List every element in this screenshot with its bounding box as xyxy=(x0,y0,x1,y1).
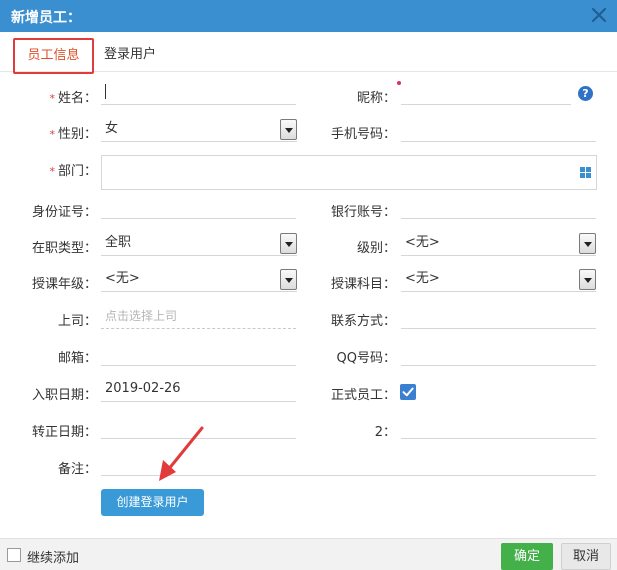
remark-label: 备注： xyxy=(57,462,97,477)
create-login-user-button[interactable]: 创建登录用户 xyxy=(101,489,204,516)
email-label: 邮箱： xyxy=(57,351,97,366)
join-date-input[interactable]: 2019-02-26 xyxy=(101,378,296,402)
chevron-down-icon[interactable] xyxy=(280,269,297,290)
supervisor-picker[interactable]: 点击选择上司 xyxy=(101,305,296,329)
teach-grade-value: <无> xyxy=(105,271,140,286)
required-mark: * xyxy=(49,92,55,105)
continue-add-checkbox[interactable] xyxy=(7,548,21,562)
teach-subject-select[interactable]: <无> xyxy=(401,268,596,292)
contact-input[interactable] xyxy=(401,305,596,329)
job-type-select[interactable]: 全职 xyxy=(101,232,297,256)
teach-grade-select[interactable]: <无> xyxy=(101,268,297,292)
contact-label: 联系方式： xyxy=(330,314,396,329)
teach-grade-label: 授课年级： xyxy=(31,277,97,292)
supervisor-label: 上司： xyxy=(57,314,97,329)
formal-employee-checkbox[interactable] xyxy=(400,384,416,400)
teach-subject-value: <无> xyxy=(405,271,440,286)
teach-subject-label: 授课科目： xyxy=(330,277,396,292)
name-label: * 姓名： xyxy=(49,91,97,106)
bank-account-input[interactable] xyxy=(401,195,596,219)
id-number-input[interactable] xyxy=(101,195,296,219)
phone-input[interactable] xyxy=(401,118,596,142)
close-icon[interactable] xyxy=(589,5,609,25)
phone-label: 手机号码： xyxy=(330,127,396,142)
qq-input[interactable] xyxy=(401,342,596,366)
name-input[interactable] xyxy=(101,81,296,105)
confirm-button[interactable]: 确定 xyxy=(501,543,553,570)
join-date-label: 入职日期： xyxy=(31,388,97,403)
level-select[interactable]: <无> xyxy=(401,232,596,256)
tab-bar: 员工信息 登录用户 xyxy=(0,32,617,74)
tab-employee-info[interactable]: 员工信息 xyxy=(13,38,94,74)
continue-add-label[interactable]: 继续添加 xyxy=(27,547,79,566)
level-label: 级别： xyxy=(356,241,396,256)
qq-label: QQ号码： xyxy=(336,351,396,366)
job-type-value: 全职 xyxy=(105,235,132,250)
dept-label: * 部门： xyxy=(49,164,97,179)
chevron-down-icon[interactable] xyxy=(579,269,596,290)
grid-icon[interactable] xyxy=(580,167,591,178)
chevron-down-icon[interactable] xyxy=(579,233,596,254)
annotation-arrow-icon xyxy=(159,426,204,481)
level-value: <无> xyxy=(405,235,440,250)
cancel-button[interactable]: 取消 xyxy=(561,543,611,570)
help-icon[interactable]: ? xyxy=(578,86,593,101)
tab-login-user[interactable]: 登录用户 xyxy=(100,40,160,72)
required-mark: * xyxy=(49,165,55,178)
supervisor-placeholder: 点击选择上司 xyxy=(105,309,178,323)
field-2-input[interactable] xyxy=(401,415,596,439)
nickname-input[interactable] xyxy=(401,81,571,105)
field-2-label: 2： xyxy=(374,425,396,440)
bank-account-label: 银行账号： xyxy=(330,205,396,220)
text-caret xyxy=(105,84,106,99)
chevron-down-icon[interactable] xyxy=(280,119,297,140)
nickname-label: 昵称： xyxy=(356,91,396,106)
dept-input[interactable] xyxy=(101,155,597,190)
dialog-footer: 继续添加 确定 取消 xyxy=(0,538,617,570)
gender-select[interactable]: 女 xyxy=(101,118,297,142)
id-number-label: 身份证号： xyxy=(31,205,97,220)
chevron-down-icon[interactable] xyxy=(280,233,297,254)
gender-value: 女 xyxy=(105,121,119,136)
gender-label: * 性别： xyxy=(49,127,97,142)
dialog-titlebar: 新增员工： xyxy=(0,0,617,32)
check-icon xyxy=(402,387,414,397)
dialog-title: 新增员工： xyxy=(11,10,81,26)
email-input[interactable] xyxy=(101,342,296,366)
regular-date-label: 转正日期： xyxy=(31,425,97,440)
formal-employee-label: 正式员工： xyxy=(330,388,396,403)
required-mark: * xyxy=(49,128,55,141)
job-type-label: 在职类型： xyxy=(31,241,97,256)
